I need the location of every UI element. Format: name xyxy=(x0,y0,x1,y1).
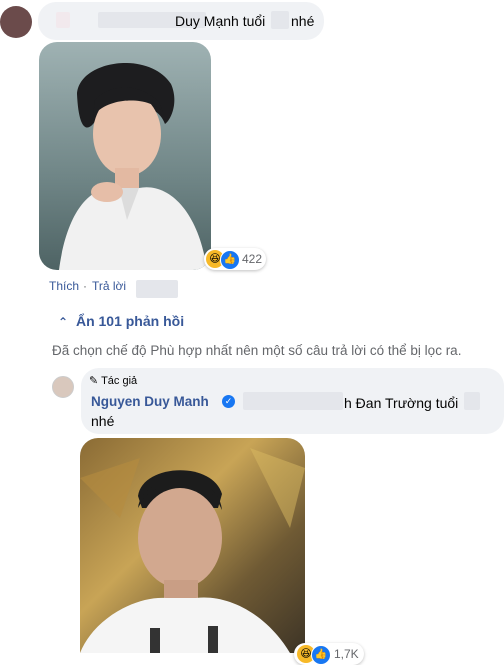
reactions-summary[interactable]: 😆 👍 422 xyxy=(204,248,266,270)
person-photo xyxy=(80,448,305,653)
reactions-summary-2[interactable]: 😆 👍 1,7K xyxy=(294,643,364,665)
author-badge-label: Tác giả xyxy=(101,375,138,387)
author-badge: ✎ Tác giả xyxy=(89,374,137,387)
filter-notice: Đã chọn chế độ Phù hợp nhất nên một số c… xyxy=(52,343,462,358)
separator-dot: · xyxy=(83,279,87,293)
person-photo xyxy=(59,62,207,270)
comment-photo[interactable] xyxy=(39,42,211,270)
author-avatar[interactable] xyxy=(52,376,74,398)
reaction-count-2: 1,7K xyxy=(334,647,359,661)
like-button[interactable]: Thích xyxy=(49,279,79,293)
chevron-up-icon: ⌃ xyxy=(58,315,69,329)
reply-bubble: ✎ Tác giả Nguyen Duy Manh ✓ h Đan Trường… xyxy=(81,368,504,434)
author-name[interactable]: Nguyen Duy Manh xyxy=(91,394,209,409)
reply-text-end: nhé xyxy=(91,413,115,429)
like-icon: 👍 xyxy=(311,645,331,665)
comment-text-end: nhé xyxy=(291,13,315,29)
reaction-count: 422 xyxy=(242,252,263,266)
pencil-icon: ✎ xyxy=(89,375,99,387)
blurred-text xyxy=(464,392,480,410)
blurred-timestamp xyxy=(136,280,178,298)
comment-text: Duy Mạnh tuổi xyxy=(175,13,266,29)
hide-replies-button[interactable]: ⌃ Ẩn 101 phản hồi xyxy=(58,313,184,329)
hide-replies-label: Ẩn 101 phản hồi xyxy=(75,313,185,329)
verified-badge-icon: ✓ xyxy=(222,395,235,408)
blurred-text xyxy=(56,12,70,28)
reply-photo[interactable] xyxy=(80,438,305,653)
blurred-text xyxy=(243,392,343,410)
comment-bubble: Duy Mạnh tuổi nhé xyxy=(38,2,324,40)
reply-button[interactable]: Trả lời xyxy=(92,279,126,293)
reply-text: h Đan Trường tuổi xyxy=(344,395,459,411)
commenter-avatar[interactable] xyxy=(0,6,32,38)
blurred-text xyxy=(271,11,289,29)
like-icon: 👍 xyxy=(220,250,240,270)
